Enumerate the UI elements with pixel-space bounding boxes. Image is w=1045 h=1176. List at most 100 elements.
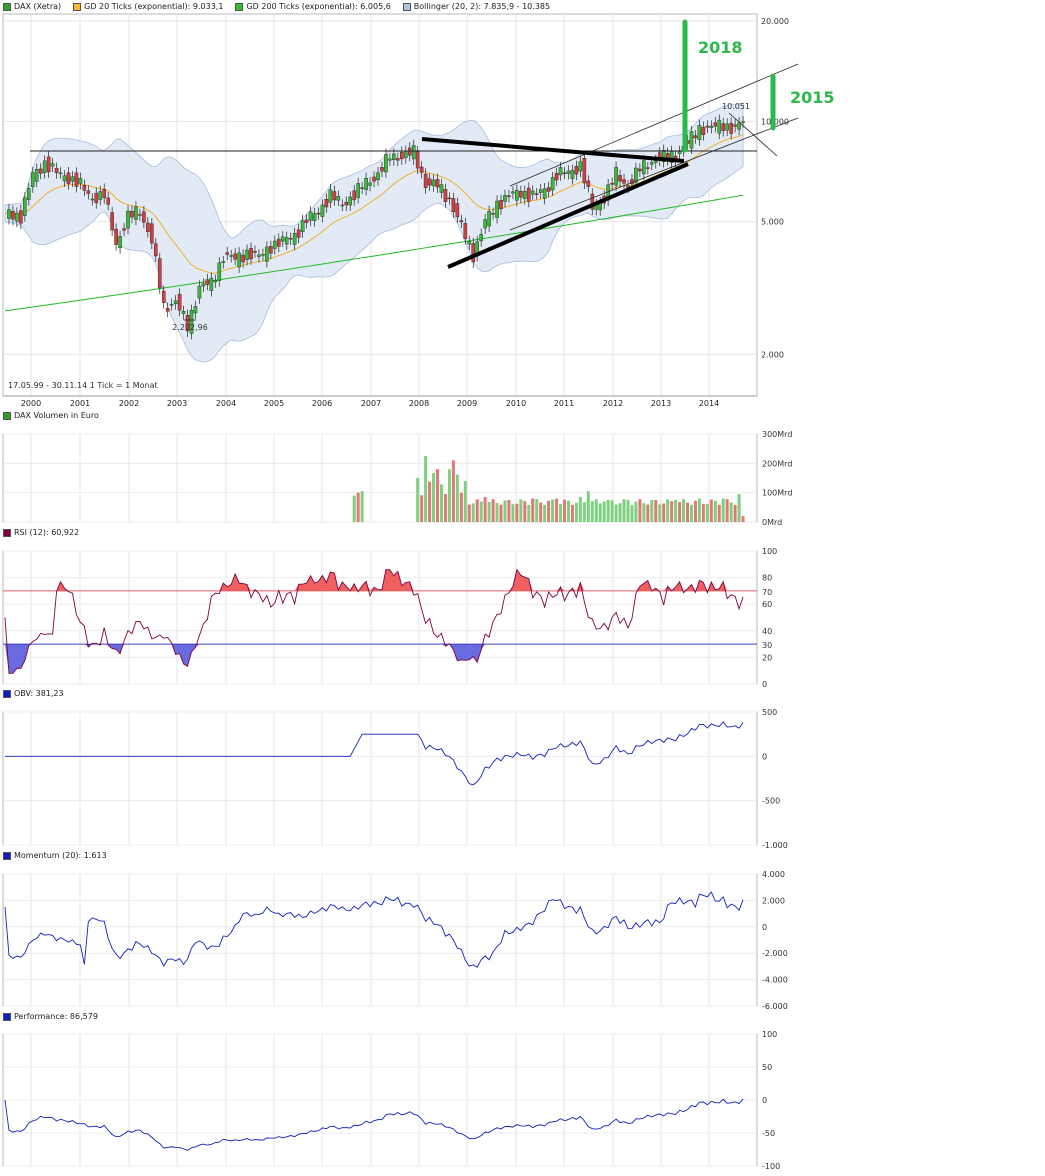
volume-bar bbox=[729, 502, 733, 522]
volume-bar bbox=[352, 495, 356, 522]
momentum-y-tick-label: 0 bbox=[762, 923, 767, 932]
volume-bar bbox=[531, 498, 535, 522]
volume-bar bbox=[686, 502, 690, 522]
volume-bar bbox=[360, 491, 364, 522]
volume-bar bbox=[511, 504, 515, 522]
legend-performance-label: Performance: 86,579 bbox=[14, 1012, 98, 1021]
volume-bar bbox=[491, 499, 495, 522]
volume-bar bbox=[705, 503, 709, 522]
volume-bar bbox=[475, 499, 479, 522]
volume-bar bbox=[697, 498, 701, 522]
volume-bar bbox=[487, 501, 491, 522]
volume-bar bbox=[499, 504, 503, 522]
rsi-y-tick-label: 100 bbox=[762, 547, 777, 556]
volume-bar bbox=[701, 504, 705, 522]
volume-bar bbox=[503, 500, 507, 522]
volume-bar bbox=[471, 503, 475, 522]
volume-bar bbox=[626, 500, 630, 522]
volume-bar bbox=[570, 504, 574, 522]
legend-rsi-label: RSI (12): 60,922 bbox=[14, 528, 80, 537]
volume-bar bbox=[451, 460, 455, 522]
rsi-70-label: 70 bbox=[762, 588, 772, 597]
volume-bar bbox=[634, 501, 638, 522]
volume-bar bbox=[606, 499, 610, 522]
rsi-30-label: 30 bbox=[762, 641, 772, 650]
volume-bar bbox=[678, 502, 682, 522]
momentum-y-tick-label: -2.000 bbox=[762, 949, 788, 958]
volume-bar bbox=[610, 500, 614, 522]
obv-frame bbox=[2, 711, 758, 846]
volume-bar bbox=[547, 500, 551, 522]
volume-bar bbox=[563, 499, 566, 522]
legend-obv-label: OBV: 381,23 bbox=[14, 689, 64, 698]
volume-bar bbox=[741, 516, 745, 522]
volume-bar bbox=[428, 481, 432, 522]
volume-bar bbox=[566, 500, 570, 522]
obv-y-tick-label: 500 bbox=[762, 708, 777, 717]
volume-bar bbox=[682, 499, 686, 522]
volume-bar bbox=[717, 504, 721, 522]
volume-y-tick-label: 200Mrd bbox=[762, 459, 792, 468]
rsi-y-tick-label: 0 bbox=[762, 680, 767, 689]
performance-y-tick-label: -100 bbox=[762, 1162, 780, 1171]
volume-bar bbox=[662, 503, 666, 522]
volume-bar bbox=[356, 492, 360, 522]
volume-bar bbox=[666, 499, 670, 522]
obv-y-tick-label: -1.000 bbox=[762, 841, 788, 850]
volume-bar bbox=[523, 501, 527, 522]
obv-legend: OBV: 381,23 bbox=[3, 689, 73, 698]
volume-bar bbox=[598, 503, 602, 522]
volume-bar bbox=[551, 499, 555, 522]
volume-bar bbox=[467, 504, 471, 522]
momentum-frame bbox=[2, 873, 758, 1007]
performance-y-tick-label: 50 bbox=[762, 1063, 772, 1072]
volume-bar bbox=[646, 504, 650, 522]
volume-bar bbox=[455, 474, 459, 522]
obv-y-tick-label: 0 bbox=[762, 752, 767, 761]
legend-rsi-swatch bbox=[3, 528, 11, 537]
performance-y-tick-label: -50 bbox=[762, 1129, 775, 1138]
volume-bar bbox=[602, 501, 606, 522]
volume-bar bbox=[638, 499, 642, 522]
volume-bar bbox=[559, 504, 563, 522]
momentum-legend: Momentum (20): 1.613 bbox=[3, 851, 116, 860]
volume-bar bbox=[590, 501, 594, 522]
performance-legend: Performance: 86,579 bbox=[3, 1012, 107, 1021]
volume-bar bbox=[622, 499, 626, 522]
volume-bar bbox=[578, 497, 582, 522]
volume-bar bbox=[463, 481, 467, 522]
volume-bar bbox=[693, 500, 697, 522]
legend-momentum-label: Momentum (20): 1.613 bbox=[14, 851, 107, 860]
legend-obv: OBV: 381,23 bbox=[3, 689, 64, 698]
volume-bar bbox=[642, 503, 646, 522]
volume-y-tick-label: 300Mrd bbox=[762, 430, 792, 439]
volume-bar bbox=[543, 504, 547, 522]
obv-y-tick-label: -500 bbox=[762, 797, 780, 806]
volume-bar bbox=[733, 504, 737, 522]
volume-bar bbox=[721, 498, 725, 522]
volume-bar bbox=[439, 484, 443, 522]
rsi-y-tick-label: 20 bbox=[762, 653, 772, 662]
volume-bar bbox=[725, 499, 729, 522]
volume-bar bbox=[507, 500, 511, 522]
rsi-frame bbox=[2, 550, 758, 685]
volume-bar bbox=[689, 504, 693, 522]
rsi-y-tick-label: 40 bbox=[762, 627, 772, 636]
rsi-legend: RSI (12): 60,922 bbox=[3, 528, 88, 537]
performance-y-tick-label: 100 bbox=[762, 1030, 777, 1039]
volume-bar bbox=[713, 500, 717, 522]
volume-bar bbox=[416, 478, 420, 522]
volume-bar bbox=[539, 502, 543, 522]
volume-bar bbox=[420, 495, 424, 522]
legend-momentum-swatch bbox=[3, 851, 11, 860]
volume-y-tick-label: 100Mrd bbox=[762, 489, 792, 498]
volume-bar bbox=[459, 492, 463, 522]
volume-bar bbox=[670, 501, 674, 522]
volume-bar bbox=[658, 504, 662, 522]
volume-bar bbox=[447, 469, 451, 522]
momentum-y-tick-label: 4.000 bbox=[762, 870, 785, 879]
volume-bar bbox=[630, 504, 634, 522]
legend-rsi: RSI (12): 60,922 bbox=[3, 528, 79, 537]
volume-bar bbox=[654, 499, 658, 522]
volume-bar bbox=[618, 503, 622, 522]
